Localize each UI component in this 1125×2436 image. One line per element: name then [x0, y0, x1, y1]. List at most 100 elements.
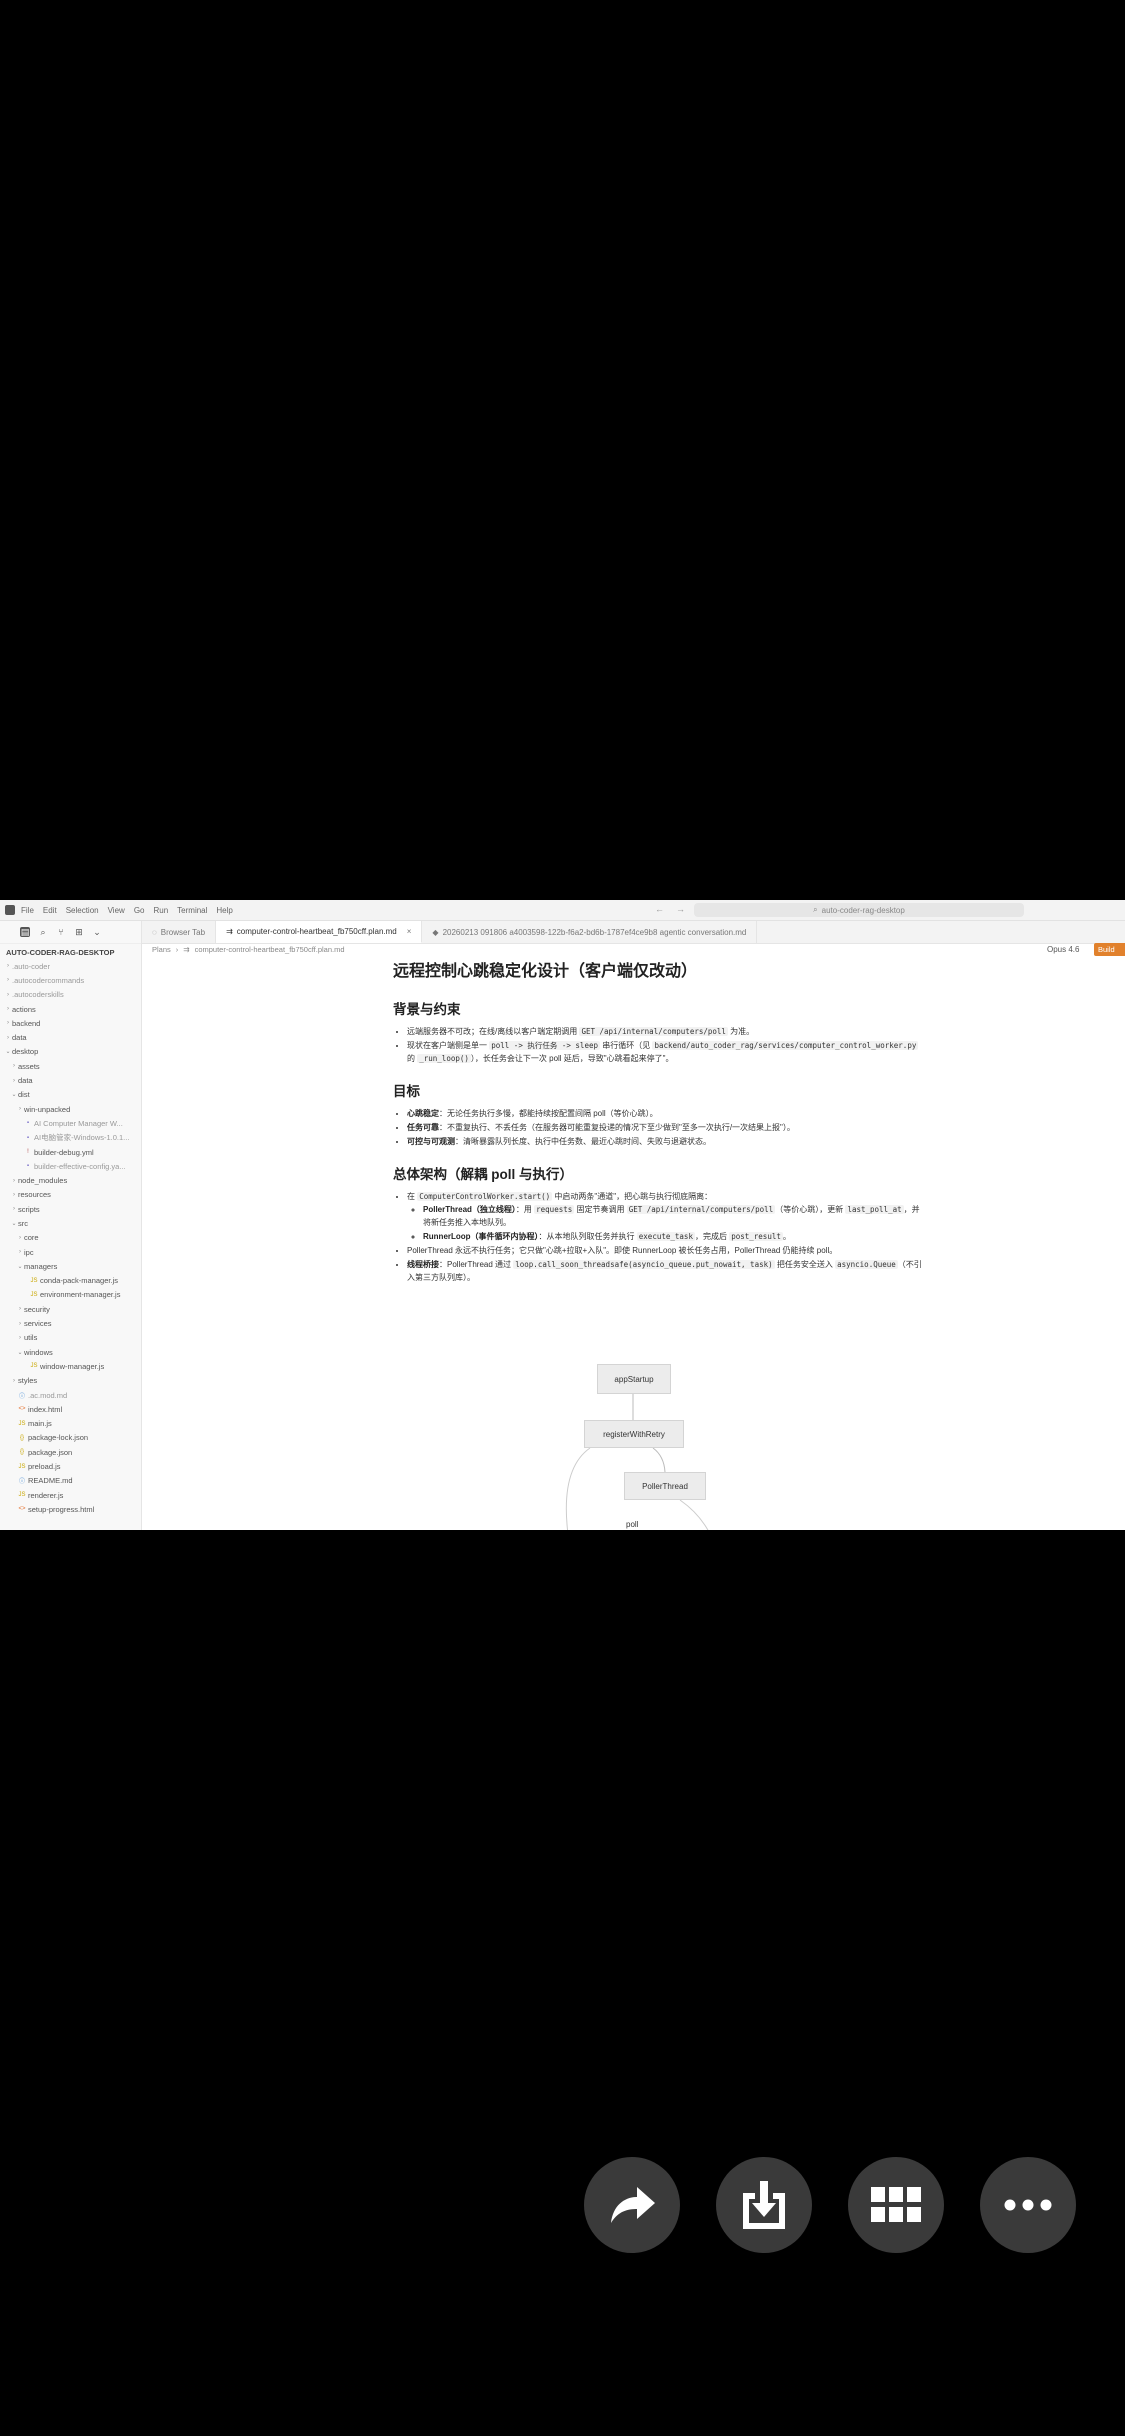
- title-bar: File Edit Selection View Go Run Terminal…: [0, 900, 1125, 921]
- extensions-icon[interactable]: ⊞: [74, 927, 84, 937]
- tree-folder[interactable]: › security: [0, 1302, 141, 1316]
- download-button[interactable]: [716, 2157, 812, 2253]
- node-app-startup: appStartup: [597, 1364, 671, 1394]
- tree-folder[interactable]: › resources: [0, 1188, 141, 1202]
- chevron-down-icon[interactable]: ⌄: [92, 927, 102, 937]
- tree-file[interactable]: <> index.html: [0, 1402, 141, 1416]
- flow-diagram: appStartup registerWithRetry PollerThrea…: [560, 1364, 760, 1530]
- tree-item-label: renderer.js: [28, 1490, 64, 1500]
- menu-file[interactable]: File: [21, 906, 34, 915]
- tree-folder[interactable]: › styles: [0, 1374, 141, 1388]
- tree-folder[interactable]: ⌄ desktop: [0, 1045, 141, 1059]
- tree-folder[interactable]: › data: [0, 1030, 141, 1044]
- share-button[interactable]: [584, 2157, 680, 2253]
- tree-file[interactable]: ⓘ .ac.mod.md: [0, 1388, 141, 1402]
- tree-folder[interactable]: › .autocodercommands: [0, 973, 141, 987]
- tree-folder[interactable]: › .auto-coder: [0, 959, 141, 973]
- sub-list: PollerThread（独立线程）：用 requests 固定节奏调用 GET…: [407, 1203, 923, 1243]
- chevron-right-icon: ›: [175, 945, 179, 954]
- back-arrow-icon[interactable]: ←: [655, 904, 664, 914]
- search-icon: ⌕: [813, 905, 818, 914]
- tree-item-label: assets: [18, 1061, 40, 1071]
- tree-folder[interactable]: › actions: [0, 1002, 141, 1016]
- tree-folder[interactable]: › win-unpacked: [0, 1102, 141, 1116]
- close-icon[interactable]: ×: [407, 927, 412, 936]
- chevron-right-icon: ›: [7, 991, 9, 998]
- menu-run[interactable]: Run: [153, 906, 168, 915]
- tree-folder[interactable]: › node_modules: [0, 1173, 141, 1187]
- tree-folder[interactable]: ⌄ windows: [0, 1345, 141, 1359]
- chevron-down-icon: ⌄: [5, 1049, 11, 1056]
- tree-item-label: AI Computer Manager W...: [34, 1118, 123, 1128]
- tree-file[interactable]: ▪ AI Computer Manager W...: [0, 1116, 141, 1130]
- tree-file[interactable]: {} package.json: [0, 1445, 141, 1459]
- tab-conversation-md[interactable]: ◆ 20260213 091806 a4003598-122b-f6a2-bd6…: [422, 921, 758, 943]
- tree-file[interactable]: JS environment-manager.js: [0, 1288, 141, 1302]
- file-icon: ▪: [26, 1134, 30, 1141]
- tree-folder[interactable]: ⌄ src: [0, 1216, 141, 1230]
- menu-go[interactable]: Go: [134, 906, 145, 915]
- edge-register-poller: [652, 1447, 666, 1473]
- menu-help[interactable]: Help: [216, 906, 232, 915]
- tree-file[interactable]: JS main.js: [0, 1417, 141, 1431]
- more-button[interactable]: [980, 2157, 1076, 2253]
- tree-folder[interactable]: › ipc: [0, 1245, 141, 1259]
- tree-file[interactable]: <> setup-progress.html: [0, 1502, 141, 1516]
- menu-edit[interactable]: Edit: [43, 906, 57, 915]
- tree-item-label: managers: [24, 1261, 58, 1271]
- tree-folder[interactable]: › .autocoderskills: [0, 988, 141, 1002]
- file-icon: <>: [18, 1506, 26, 1513]
- tree-folder[interactable]: › backend: [0, 1016, 141, 1030]
- node-poller-thread: PollerThread: [624, 1472, 706, 1500]
- breadcrumb-plans[interactable]: Plans: [152, 945, 171, 954]
- menu-selection[interactable]: Selection: [66, 906, 99, 915]
- tree-item-label: index.html: [28, 1404, 63, 1414]
- tree-folder[interactable]: ⌄ dist: [0, 1088, 141, 1102]
- tree-file[interactable]: JS window-manager.js: [0, 1359, 141, 1373]
- command-center-search[interactable]: ⌕ auto-coder-rag-desktop: [694, 903, 1024, 917]
- tree-item-label: window-manager.js: [40, 1361, 105, 1371]
- tab-browser[interactable]: ◌ Browser Tab: [142, 921, 217, 943]
- apps-button[interactable]: [848, 2157, 944, 2253]
- tree-folder[interactable]: › scripts: [0, 1202, 141, 1216]
- tree-folder[interactable]: › assets: [0, 1059, 141, 1073]
- model-selector[interactable]: Opus 4.6: [1047, 945, 1079, 954]
- chevron-down-icon: ⌄: [11, 1092, 17, 1099]
- tree-file[interactable]: {} package-lock.json: [0, 1431, 141, 1445]
- tree-file[interactable]: ▪ builder-effective-config.ya...: [0, 1159, 141, 1173]
- tree-file[interactable]: JS renderer.js: [0, 1488, 141, 1502]
- tree-folder[interactable]: ⌄ managers: [0, 1259, 141, 1273]
- list-item: 心跳稳定：无论任务执行多慢，都能持续按配置间隔 poll（等价心跳）。: [407, 1107, 923, 1120]
- search-icon[interactable]: ⌕: [38, 927, 48, 937]
- tree-folder[interactable]: › utils: [0, 1331, 141, 1345]
- menu-view[interactable]: View: [108, 906, 125, 915]
- source-control-icon[interactable]: ⑂: [56, 927, 66, 937]
- tree-file[interactable]: JS conda-pack-manager.js: [0, 1274, 141, 1288]
- markdown-icon: ◆: [432, 927, 439, 937]
- tree-file[interactable]: ⓘ README.md: [0, 1474, 141, 1488]
- list-item: PollerThread 永远不执行任务；它只做"心跳+拉取+入队"。即使 Ru…: [407, 1244, 923, 1257]
- breadcrumb-file[interactable]: computer-control-heartbeat_fb750cff.plan…: [195, 945, 345, 954]
- forward-arrow-icon[interactable]: →: [676, 904, 685, 914]
- menu-terminal[interactable]: Terminal: [177, 906, 207, 915]
- tree-folder[interactable]: › services: [0, 1316, 141, 1330]
- tree-item-label: main.js: [28, 1419, 52, 1429]
- file-icon: JS: [30, 1291, 38, 1298]
- app-logo-icon: [5, 905, 15, 915]
- tree-file[interactable]: ! builder-debug.yml: [0, 1145, 141, 1159]
- command-center-text: auto-coder-rag-desktop: [821, 905, 905, 915]
- tab-plan-md[interactable]: ⇉ computer-control-heartbeat_fb750cff.pl…: [216, 921, 423, 943]
- tree-item-label: src: [18, 1218, 28, 1228]
- bullet-list: 在 ComputerControlWorker.start() 中启动两条"通道…: [393, 1190, 923, 1284]
- tree-item-label: node_modules: [18, 1176, 68, 1186]
- chevron-right-icon: ›: [7, 1034, 9, 1041]
- tree-item-label: utils: [24, 1333, 38, 1343]
- chevron-right-icon: ›: [19, 1320, 21, 1327]
- build-button[interactable]: Build: [1094, 943, 1125, 956]
- tree-folder[interactable]: › data: [0, 1073, 141, 1087]
- tree-folder[interactable]: › core: [0, 1231, 141, 1245]
- file-icon: ▪: [26, 1120, 30, 1127]
- explorer-icon[interactable]: ▤: [20, 927, 30, 937]
- tree-file[interactable]: ▪ AI电脑管家-Windows-1.0.1...: [0, 1131, 141, 1145]
- tree-file[interactable]: JS preload.js: [0, 1459, 141, 1473]
